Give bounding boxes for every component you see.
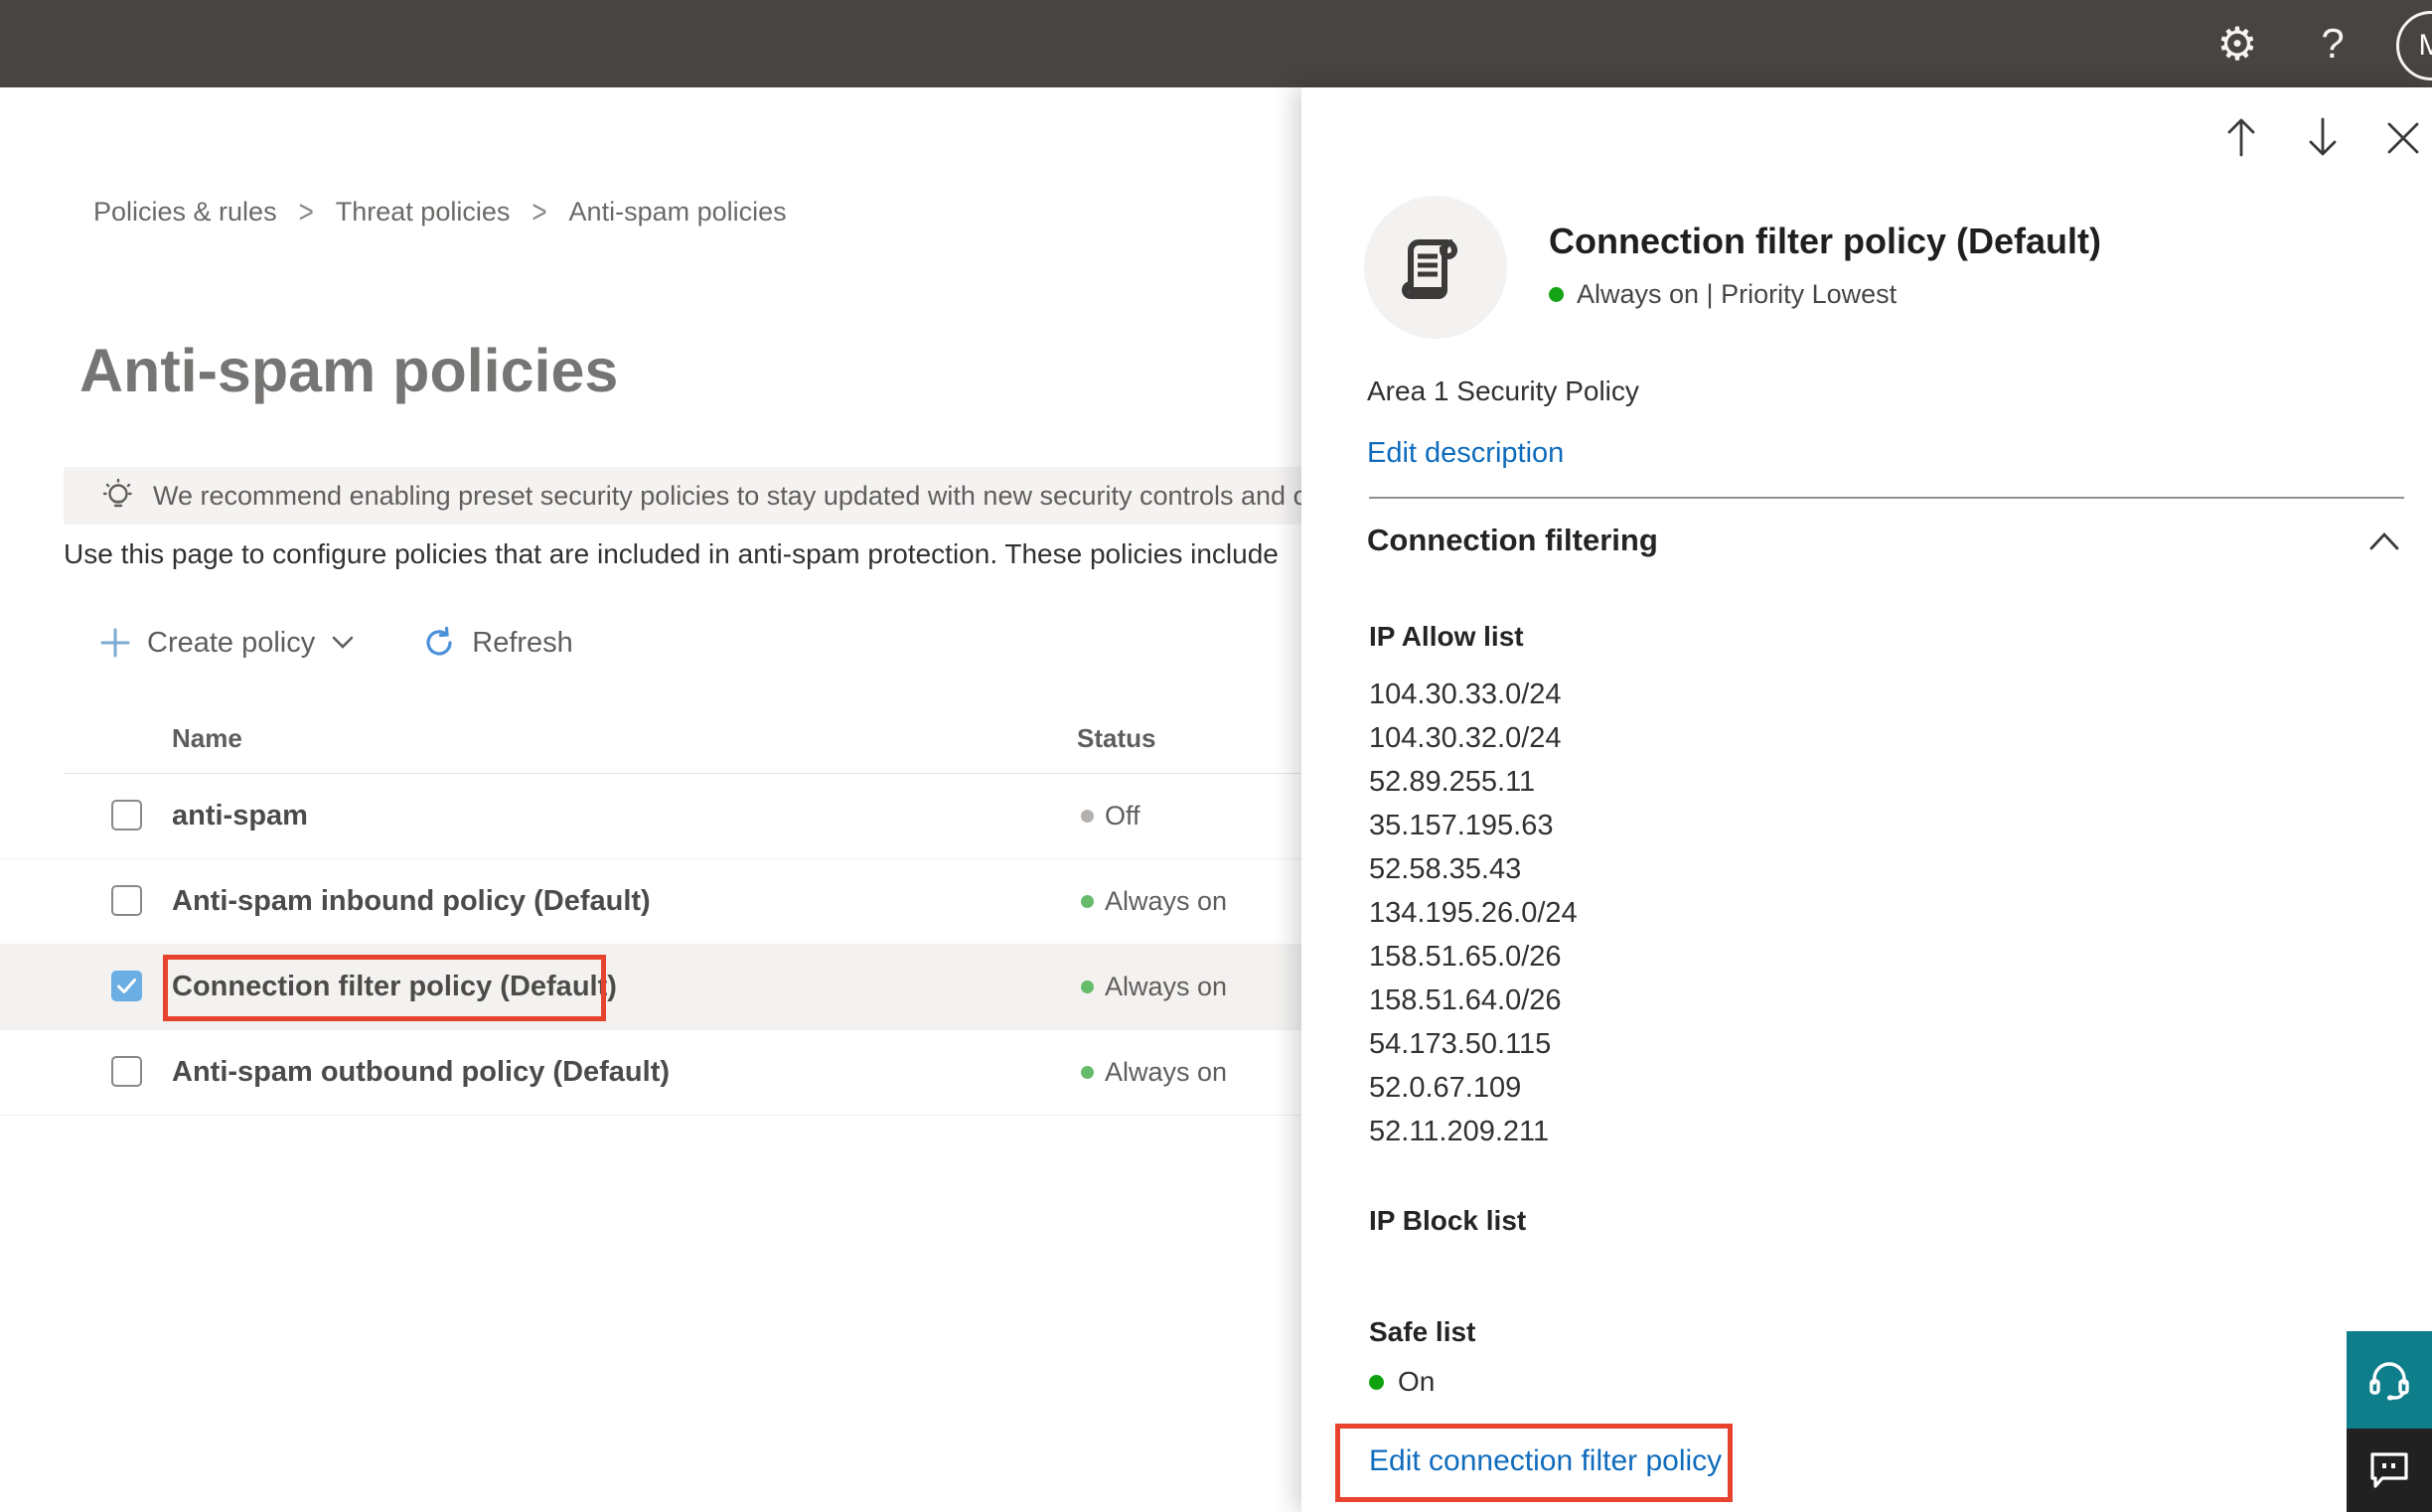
- breadcrumb-threat-policies[interactable]: Threat policies: [336, 197, 511, 227]
- table-row-connection-filter-policy[interactable]: Connection filter policy (Default) Alway…: [0, 945, 1391, 1030]
- headset-icon: [2366, 1357, 2412, 1403]
- ip-address: 104.30.32.0/24: [1369, 722, 1562, 754]
- avatar[interactable]: M: [2396, 11, 2432, 80]
- table-header: Name Status: [0, 709, 1391, 773]
- flyout-title: Connection filter policy (Default): [1549, 221, 2102, 261]
- divider: [1369, 497, 2404, 499]
- previous-item-button[interactable]: [2221, 115, 2261, 159]
- row-checkbox[interactable]: [111, 885, 142, 916]
- refresh-icon: [422, 626, 456, 660]
- support-button[interactable]: [2347, 1331, 2432, 1429]
- feedback-icon: [2367, 1449, 2411, 1491]
- settings-button[interactable]: ⚙: [2198, 0, 2277, 87]
- ip-address: 52.58.35.43: [1369, 853, 1522, 885]
- policy-name: Anti-spam inbound policy (Default): [172, 885, 651, 917]
- ip-address: 35.157.195.63: [1369, 810, 1554, 841]
- ip-address: 54.173.50.115: [1369, 1028, 1552, 1060]
- command-bar: Create policy Refresh: [93, 618, 579, 668]
- table-row-outbound-policy[interactable]: Anti-spam outbound policy (Default) Alwa…: [0, 1030, 1391, 1116]
- ip-address: 158.51.65.0/26: [1369, 941, 1562, 973]
- ip-address: 158.51.64.0/26: [1369, 984, 1562, 1016]
- next-item-button[interactable]: [2303, 115, 2343, 159]
- connection-filtering-section-header[interactable]: Connection filtering: [1301, 523, 2432, 566]
- breadcrumb: Policies & rules > Threat policies > Ant…: [93, 193, 787, 230]
- policy-name: Anti-spam outbound policy (Default): [172, 1056, 671, 1088]
- edit-description-link[interactable]: Edit description: [1367, 437, 1564, 470]
- arrow-down-icon: [2309, 117, 2337, 156]
- check-icon: [117, 979, 136, 993]
- ip-address: 134.195.26.0/24: [1369, 897, 1578, 929]
- ip-address: 52.89.255.11: [1369, 766, 1536, 798]
- policy-details-flyout: Connection filter policy (Default) Alway…: [1301, 87, 2432, 1512]
- flyout-status: Always on | Priority Lowest: [1549, 279, 1897, 310]
- ip-block-list-title: IP Block list: [1369, 1205, 1527, 1236]
- status-dot-on: [1549, 287, 1564, 302]
- ip-address: 52.11.209.211: [1369, 1116, 1550, 1147]
- banner-text: We recommend enabling preset security po…: [153, 480, 1335, 511]
- safe-list-title: Safe list: [1369, 1316, 1476, 1347]
- chevron-right-icon: >: [532, 193, 547, 230]
- close-button[interactable]: [2384, 119, 2422, 157]
- status-dot-on: [1081, 895, 1094, 908]
- status-label: Always on: [1105, 886, 1228, 916]
- recommendation-banner: We recommend enabling preset security po…: [64, 467, 1335, 525]
- page-description: Use this page to configure policies that…: [64, 538, 1279, 569]
- breadcrumb-policies-rules[interactable]: Policies & rules: [93, 197, 277, 227]
- edit-connection-filter-policy-link[interactable]: Edit connection filter policy: [1369, 1444, 1722, 1478]
- close-icon: [2387, 122, 2419, 154]
- ip-address: 52.0.67.109: [1369, 1072, 1522, 1104]
- breadcrumb-anti-spam-policies[interactable]: Anti-spam policies: [569, 197, 787, 227]
- status-label: Off: [1105, 801, 1140, 831]
- table-row-inbound-policy[interactable]: Anti-spam inbound policy (Default) Alway…: [0, 859, 1391, 945]
- arrow-up-icon: [2227, 118, 2255, 157]
- column-header-name[interactable]: Name: [172, 723, 242, 754]
- ip-address: 104.30.33.0/24: [1369, 679, 1562, 710]
- safe-list-status-label: On: [1398, 1366, 1436, 1397]
- flyout-status-label: Always on | Priority Lowest: [1577, 279, 1898, 309]
- ip-allow-list: 104.30.33.0/24 104.30.32.0/24 52.89.255.…: [1369, 673, 1578, 1153]
- create-policy-label: Create policy: [147, 626, 316, 659]
- gear-icon: ⚙: [2216, 17, 2258, 71]
- status-dot-off: [1081, 810, 1094, 823]
- feedback-button[interactable]: [2347, 1429, 2432, 1512]
- policy-name: Connection filter policy (Default): [172, 971, 617, 1002]
- create-policy-button[interactable]: Create policy: [93, 619, 361, 668]
- policy-description: Area 1 Security Policy: [1367, 376, 1639, 406]
- status-label: Always on: [1105, 1057, 1228, 1087]
- chevron-down-icon: [331, 635, 355, 651]
- status-dot-on: [1369, 1374, 1384, 1390]
- row-checkbox[interactable]: [111, 1056, 142, 1087]
- policy-scroll-icon: [1364, 196, 1507, 339]
- chevron-right-icon: >: [298, 193, 314, 230]
- refresh-label: Refresh: [472, 626, 573, 659]
- page-title: Anti-spam policies: [79, 337, 619, 404]
- row-checkbox-checked[interactable]: [111, 971, 142, 1001]
- status-dot-on: [1081, 981, 1094, 993]
- section-title: Connection filtering: [1367, 523, 1658, 557]
- status-dot-on: [1081, 1066, 1094, 1079]
- table-row-anti-spam[interactable]: anti-spam Off: [0, 774, 1391, 859]
- help-icon: ?: [2321, 20, 2345, 67]
- lightbulb-icon: [101, 477, 135, 515]
- help-button[interactable]: ?: [2293, 0, 2372, 87]
- anti-spam-policies-page: ⚙ ? M Policies & rules > Threat policies…: [0, 0, 2432, 1512]
- policy-name: anti-spam: [172, 800, 308, 832]
- status-label: Always on: [1105, 972, 1228, 1001]
- top-app-bar: ⚙ ? M: [0, 0, 2432, 87]
- chevron-up-icon: [2367, 530, 2401, 552]
- safe-list-status: On: [1369, 1362, 1435, 1402]
- plus-icon: [99, 627, 131, 659]
- row-checkbox[interactable]: [111, 800, 142, 831]
- column-header-status[interactable]: Status: [1077, 723, 1155, 754]
- refresh-button[interactable]: Refresh: [416, 618, 579, 668]
- ip-allow-list-title: IP Allow list: [1369, 621, 1524, 652]
